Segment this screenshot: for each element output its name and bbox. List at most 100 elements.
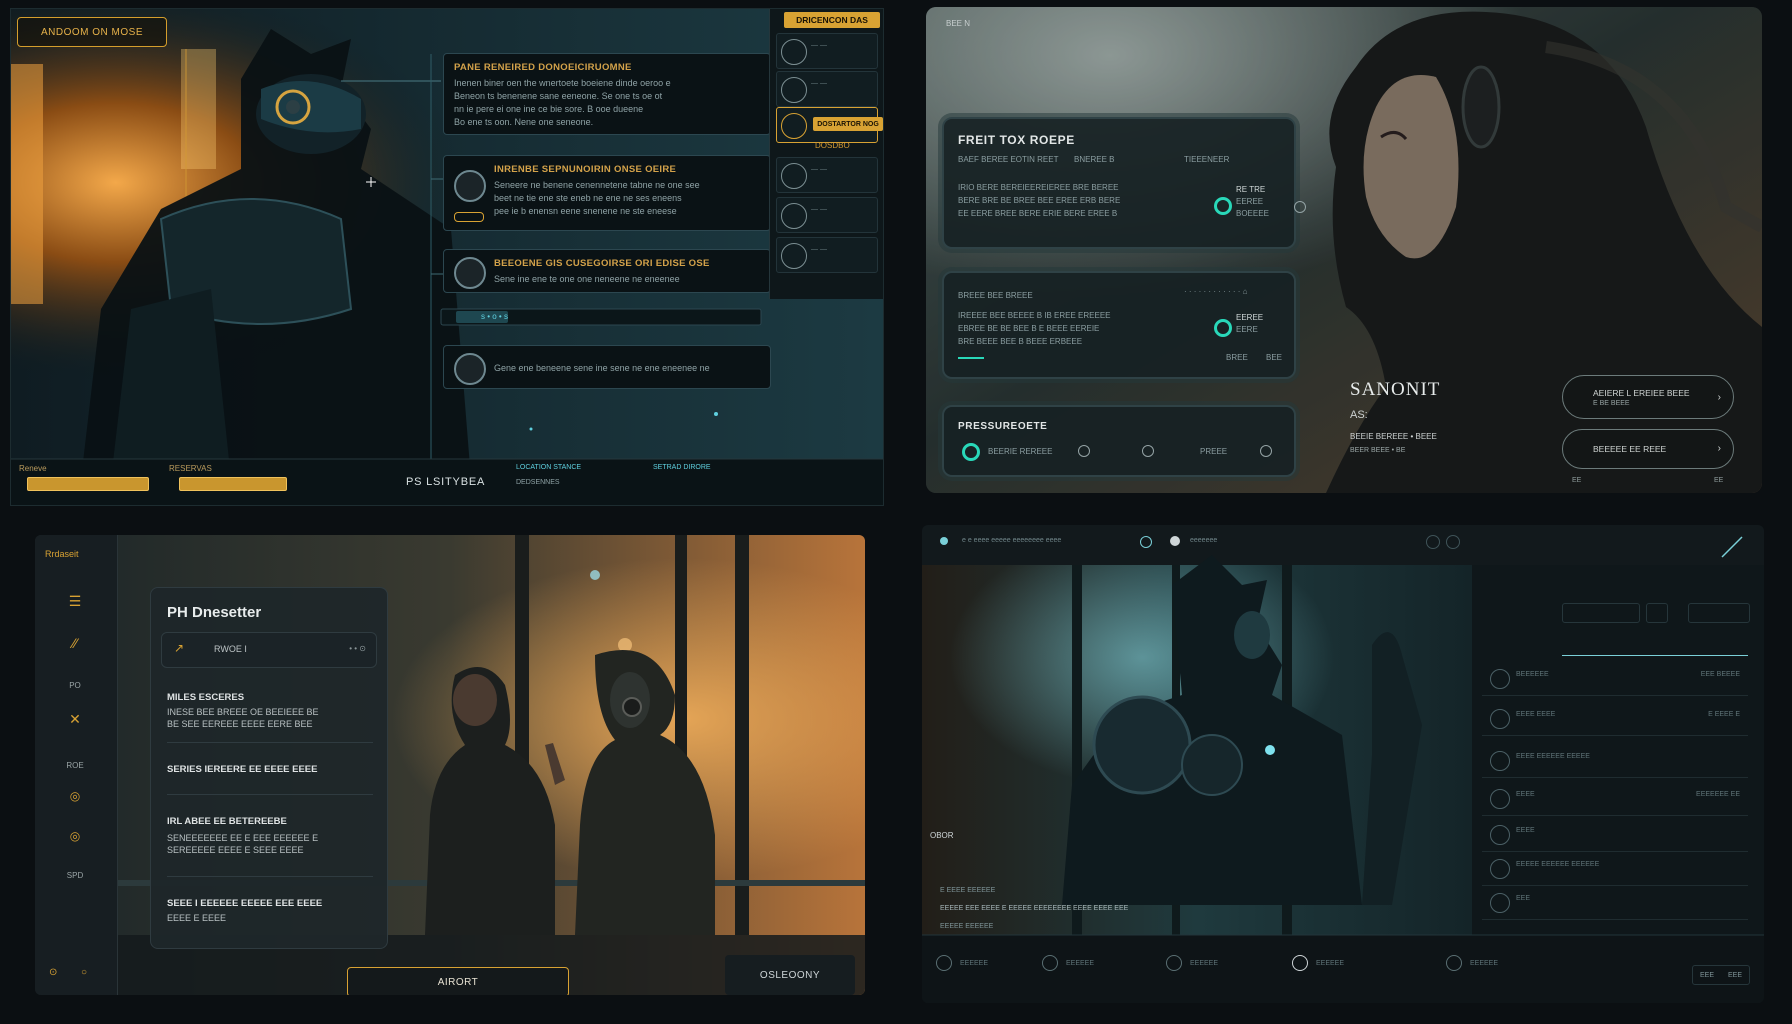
settings-icon[interactable]: ⊙ xyxy=(49,967,57,978)
top-status-chip[interactable]: DRICENCON DAS xyxy=(784,12,880,28)
page-control-label: EEE xyxy=(1699,971,1714,979)
objective-card[interactable]: FREIT TOX ROEPE BAEF BEREE EOTIN REET BN… xyxy=(942,117,1306,249)
squad-member-icon xyxy=(781,203,807,229)
filter-field[interactable] xyxy=(1562,603,1640,623)
list-item-meta: EEEEEEE EE xyxy=(1696,791,1740,798)
filter-dropdown[interactable] xyxy=(1688,603,1750,623)
intel-card-2[interactable]: INRENBE SEPNUNOIRIN ONSE OEIRE Seneere n… xyxy=(443,155,771,231)
divider xyxy=(167,876,373,877)
list-avatar-icon xyxy=(1490,751,1510,771)
top-menu-item[interactable]: e e eeee eeeee eeeeeeee eeee xyxy=(962,537,1061,544)
list-item[interactable]: BEEEEEE EEE BEEEE xyxy=(1482,665,1748,696)
active-radio-icon[interactable] xyxy=(1214,197,1232,215)
bottom-nav-item[interactable]: EEEEEE xyxy=(1042,955,1094,971)
squad-row[interactable]: — — xyxy=(776,33,878,69)
search-value: RWOE I xyxy=(214,644,247,654)
primary-button[interactable]: AIRORT xyxy=(347,967,569,995)
divider xyxy=(167,742,373,743)
filter-toggle[interactable] xyxy=(1646,603,1668,623)
radio-icon[interactable] xyxy=(1170,536,1180,546)
intel-card-3[interactable]: BEEOENE GIS CUSEGOIRSE ORI EDISE OSE Sen… xyxy=(443,249,771,293)
search-controls: • • ⊙ xyxy=(349,644,366,653)
task-status: EEREE xyxy=(1236,313,1264,322)
bottom-nav-item[interactable]: EEEEEE xyxy=(936,955,988,971)
location-heading: LOCATION STANCE xyxy=(516,464,582,471)
active-tab[interactable] xyxy=(1562,639,1748,656)
pressure-card[interactable]: PRESSUREOETE BEERIE REREEE PREEE xyxy=(942,405,1296,477)
nav-label[interactable]: PO xyxy=(63,681,87,690)
chat-item[interactable]: SEEE I EEEEEE EEEEE EEE EEEE EEEE E EEEE xyxy=(167,898,373,923)
task-dots: · · · · · · · · · · · · ⌂ xyxy=(1184,287,1248,296)
radio-icon[interactable] xyxy=(1078,445,1090,457)
radio-icon[interactable] xyxy=(1140,536,1152,548)
squad-row-selected[interactable]: DOSTARTOR NOG xyxy=(776,107,883,143)
squad-row[interactable]: — — xyxy=(776,197,878,233)
squad-row[interactable]: — — xyxy=(776,71,878,107)
intel-card-4[interactable]: Gene ene beneene sene ine sene ne ene en… xyxy=(443,345,771,389)
intel-card-title: PANE RENEIRED DONOEICIRUOMNE xyxy=(454,62,632,73)
left-bar-label: Reneve xyxy=(19,464,47,473)
objective-line: BERE BRE BE BREE BEE EREE ERB BERE xyxy=(958,196,1121,205)
intel-card-title: BEEOENE GIS CUSEGOIRSE ORI EDISE OSE xyxy=(494,258,710,269)
list-item[interactable]: EEE xyxy=(1482,889,1748,920)
nav-label[interactable]: SPD xyxy=(63,871,87,880)
nav-label: EEEEEE xyxy=(1066,959,1095,967)
target-icon[interactable]: ◎ xyxy=(63,829,87,843)
squad-row[interactable]: — — xyxy=(776,157,878,193)
radio-icon[interactable] xyxy=(1260,445,1272,457)
squad-row[interactable]: — — xyxy=(776,237,878,273)
power-icon[interactable]: ○ xyxy=(81,967,87,978)
bottom-nav-item[interactable]: EEEEEE xyxy=(1292,955,1344,971)
intel-card-line: Sene ine ene te one one neneene ne eneen… xyxy=(494,274,680,284)
chat-item[interactable]: IRL ABEE EE BETEREEBE SENEEEEEEE EE E EE… xyxy=(167,816,373,855)
task-footer[interactable]: BREE xyxy=(1226,353,1248,362)
circle-button-icon[interactable] xyxy=(1446,535,1460,549)
secondary-button[interactable]: OSLEOONY xyxy=(725,955,855,995)
mission-caption-button[interactable]: ANDOOM ON MOSE xyxy=(17,17,167,47)
task-footer[interactable]: BEE xyxy=(1266,353,1282,362)
list-item[interactable]: EEEEE EEEEEE EEEEEE xyxy=(1482,855,1748,886)
close-icon[interactable]: ✕ xyxy=(63,711,87,728)
list-item[interactable]: EEEE xyxy=(1482,821,1748,852)
list-item[interactable]: EEEE EEEEEE EEEEE xyxy=(1482,747,1748,778)
chat-item[interactable]: SERIES IEREERE EE EEEE EEEE xyxy=(167,764,373,775)
location-value: DEDSENNES xyxy=(516,479,560,486)
progress-track xyxy=(456,311,586,323)
radio-icon[interactable] xyxy=(1142,445,1154,457)
intel-card-1[interactable]: PANE RENEIRED DONOEICIRUOMNE Inenen bine… xyxy=(443,53,771,135)
top-menu-item[interactable]: eeeeeee xyxy=(1190,537,1217,544)
agent-avatar-icon xyxy=(454,170,486,202)
list-item[interactable]: EEEE EEEE E EEEE E xyxy=(1482,705,1748,736)
task-card[interactable]: BREEE BEE BREEE · · · · · · · · · · · · … xyxy=(942,271,1296,379)
active-radio-icon[interactable] xyxy=(1214,319,1232,337)
nav-label[interactable]: ROE xyxy=(63,761,87,770)
radio-icon[interactable] xyxy=(1294,201,1306,213)
page-control[interactable]: EEE EEE xyxy=(1692,965,1750,985)
chevron-right-icon: › xyxy=(1717,443,1721,454)
menu-icon[interactable]: ☰ xyxy=(63,593,87,610)
bottom-nav-item[interactable]: EEEEEE xyxy=(1446,955,1498,971)
action-pill-1[interactable]: AEIERE L EREIEE BEEE E BE BEEE › xyxy=(1562,375,1734,419)
list-item[interactable]: EEEE EEEEEEE EE xyxy=(1482,785,1748,816)
chat-item[interactable]: MILES ESCERES INESE BEE BREEE OE BEEIEEE… xyxy=(167,692,373,729)
footer-label: EE xyxy=(1714,477,1724,484)
direction-heading: SETRAD DIRORE xyxy=(653,464,711,471)
target-icon[interactable]: ◎ xyxy=(63,789,87,803)
panel-top-left-mission-ui: ANDOOM ON MOSE PANE RENEIRED DONOEICIRUO… xyxy=(10,8,884,506)
chat-item-line: BE SEE EEREEE EEEE EERE BEE xyxy=(167,719,313,729)
bottom-nav-item[interactable]: EEEEEE xyxy=(1166,955,1218,971)
squad-member-icon xyxy=(781,77,807,103)
active-radio-icon[interactable] xyxy=(962,443,980,461)
circle-button-icon[interactable] xyxy=(1426,535,1440,549)
action-pill-2[interactable]: BEEEEE EE REEE › xyxy=(1562,429,1734,469)
page-control-label: EEE xyxy=(1727,971,1742,979)
task-progress-indicator xyxy=(958,357,984,359)
task-meta: BREEE BEE BREEE xyxy=(958,291,1033,300)
mid-bar-label: RESERVAS xyxy=(169,464,212,473)
action-pill-sub: E BE BEEE xyxy=(1593,400,1630,407)
pen-icon[interactable]: ⁄⁄ xyxy=(63,635,87,651)
chat-item-title: SEEE I EEEEEE EEEEE EEE EEEE xyxy=(167,898,323,909)
list-item-label: EEEE EEEEEE EEEEE xyxy=(1516,753,1590,760)
search-box[interactable]: ↗ RWOE I • • ⊙ xyxy=(161,632,377,668)
chat-item-line: EEEE E EEEE xyxy=(167,913,227,923)
